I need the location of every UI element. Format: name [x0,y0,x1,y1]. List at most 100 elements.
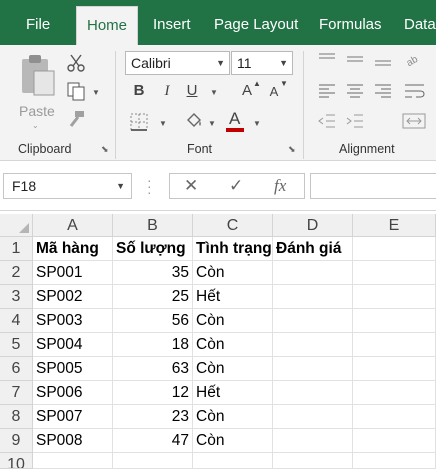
cell-d7[interactable] [273,381,353,405]
cell-b10[interactable] [113,453,193,469]
tab-formulas[interactable]: Formulas [319,0,382,45]
cell-c4[interactable]: Còn [193,309,273,333]
font-launcher-icon[interactable]: ⬊ [288,144,296,155]
cut-icon[interactable] [66,53,86,73]
font-name-select[interactable]: Calibri ▼ [125,51,230,75]
cell-d4[interactable] [273,309,353,333]
cell-d6[interactable] [273,357,353,381]
cell-b6[interactable]: 63 [113,357,193,381]
cell-d2[interactable] [273,261,353,285]
cell-c10[interactable] [193,453,273,469]
enter-button[interactable]: ✓ [229,176,243,196]
cell-b4[interactable]: 56 [113,309,193,333]
tab-file[interactable]: File [26,0,50,45]
font-color-dropdown-icon[interactable]: ▼ [253,119,261,128]
row-header[interactable]: 9 [0,429,33,453]
cell-d10[interactable] [273,453,353,469]
cell-c8[interactable]: Còn [193,405,273,429]
copy-dropdown-icon[interactable]: ▼ [92,88,100,97]
cell-b7[interactable]: 12 [113,381,193,405]
align-bottom-icon[interactable] [374,53,392,67]
fill-color-dropdown-icon[interactable]: ▼ [208,119,216,128]
cell-c5[interactable]: Còn [193,333,273,357]
row-header[interactable]: 5 [0,333,33,357]
row-header[interactable]: 1 [0,237,33,261]
shrink-font-button[interactable]: A [268,83,280,101]
orientation-icon[interactable]: ab [404,50,426,70]
grow-font-button[interactable]: A [240,82,254,100]
fill-color-icon[interactable] [184,111,204,131]
align-middle-icon[interactable] [346,53,364,67]
merge-center-icon[interactable] [402,113,426,129]
cell-b3[interactable]: 25 [113,285,193,309]
column-header-a[interactable]: A [33,214,113,237]
row-header[interactable]: 10 [0,453,33,469]
cell-d5[interactable] [273,333,353,357]
cell-e8[interactable] [353,405,436,429]
borders-dropdown-icon[interactable]: ▼ [159,119,167,128]
wrap-text-icon[interactable] [404,82,426,100]
format-painter-icon[interactable] [66,109,86,129]
align-right-icon[interactable] [374,83,392,99]
cell-e9[interactable] [353,429,436,453]
cell-a9[interactable]: SP008 [33,429,113,453]
increase-indent-icon[interactable] [346,113,364,129]
cell-b5[interactable]: 18 [113,333,193,357]
align-top-icon[interactable] [318,53,336,67]
align-center-icon[interactable] [346,83,364,99]
cell-d8[interactable] [273,405,353,429]
cell-e6[interactable] [353,357,436,381]
align-left-icon[interactable] [318,83,336,99]
tab-insert[interactable]: Insert [153,0,191,45]
cell-a3[interactable]: SP002 [33,285,113,309]
cell-c2[interactable]: Còn [193,261,273,285]
cell-e4[interactable] [353,309,436,333]
tab-page-layout[interactable]: Page Layout [214,0,298,45]
row-header[interactable]: 8 [0,405,33,429]
cell-d3[interactable] [273,285,353,309]
name-box[interactable]: F18 ▼ [3,173,132,199]
cell-c3[interactable]: Hết [193,285,273,309]
cell-a4[interactable]: SP003 [33,309,113,333]
borders-icon[interactable] [130,113,148,131]
italic-button[interactable]: I [160,82,174,100]
row-header[interactable]: 6 [0,357,33,381]
cell-d1[interactable]: Đánh giá [273,237,353,261]
cell-a2[interactable]: SP001 [33,261,113,285]
underline-dropdown-icon[interactable]: ▼ [210,88,218,97]
font-color-button[interactable]: A [226,109,246,133]
row-header[interactable]: 3 [0,285,33,309]
cell-b1[interactable]: Số lượng [113,237,193,261]
row-header[interactable]: 7 [0,381,33,405]
paste-button[interactable]: Paste ⌄ [14,53,60,131]
select-all-button[interactable] [0,214,33,237]
underline-button[interactable]: U [184,82,200,100]
cell-e10[interactable] [353,453,436,469]
cell-c1[interactable]: Tình trạng [193,237,273,261]
font-size-select[interactable]: 11 ▼ [231,51,293,75]
cell-e7[interactable] [353,381,436,405]
formula-input[interactable] [310,173,436,199]
cell-c9[interactable]: Còn [193,429,273,453]
cell-b9[interactable]: 47 [113,429,193,453]
column-header-e[interactable]: E [353,214,436,237]
cell-a1[interactable]: Mã hàng [33,237,113,261]
bold-button[interactable]: B [132,82,146,100]
insert-function-button[interactable]: fx [274,176,286,196]
column-header-b[interactable]: B [113,214,193,237]
cell-a10[interactable] [33,453,113,469]
tab-data[interactable]: Data [404,0,436,45]
tab-home[interactable]: Home [76,6,139,45]
row-header[interactable]: 2 [0,261,33,285]
row-header[interactable]: 4 [0,309,33,333]
cell-b8[interactable]: 23 [113,405,193,429]
cell-a6[interactable]: SP005 [33,357,113,381]
cancel-button[interactable]: ✕ [184,176,198,196]
copy-icon[interactable] [66,81,86,101]
cell-e3[interactable] [353,285,436,309]
cell-c7[interactable]: Hết [193,381,273,405]
cell-a8[interactable]: SP007 [33,405,113,429]
cell-e5[interactable] [353,333,436,357]
cell-b2[interactable]: 35 [113,261,193,285]
cell-a5[interactable]: SP004 [33,333,113,357]
